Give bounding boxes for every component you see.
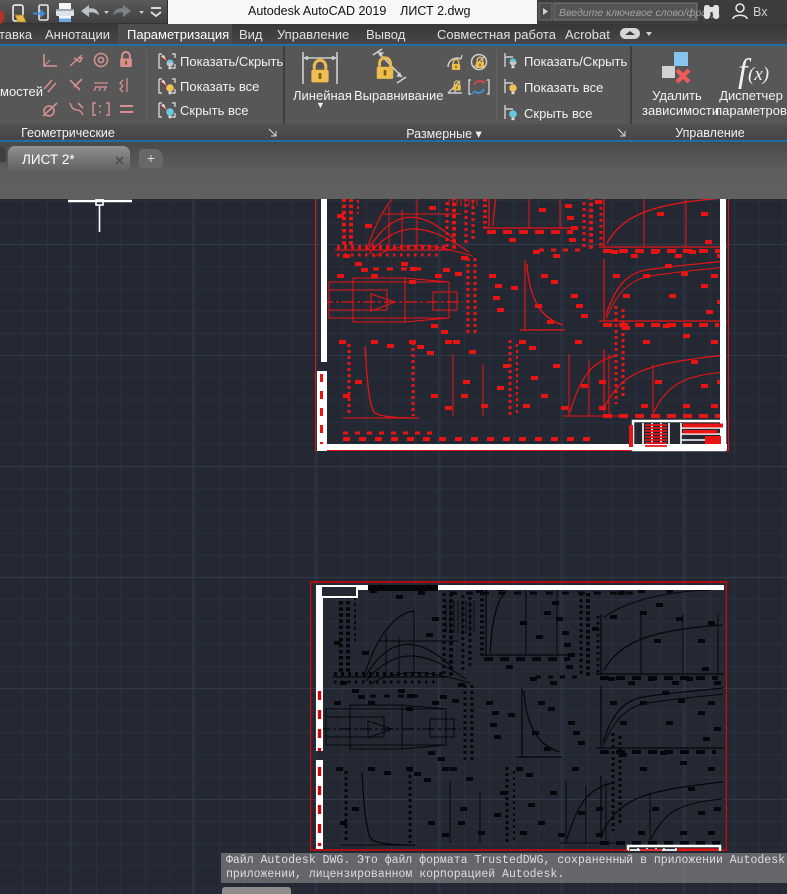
svg-text:Введите ключевое слово/фразу: Введите ключевое слово/фразу bbox=[559, 7, 717, 19]
svg-text:(x): (x) bbox=[748, 64, 769, 85]
svg-text:Вх: Вх bbox=[753, 5, 768, 19]
